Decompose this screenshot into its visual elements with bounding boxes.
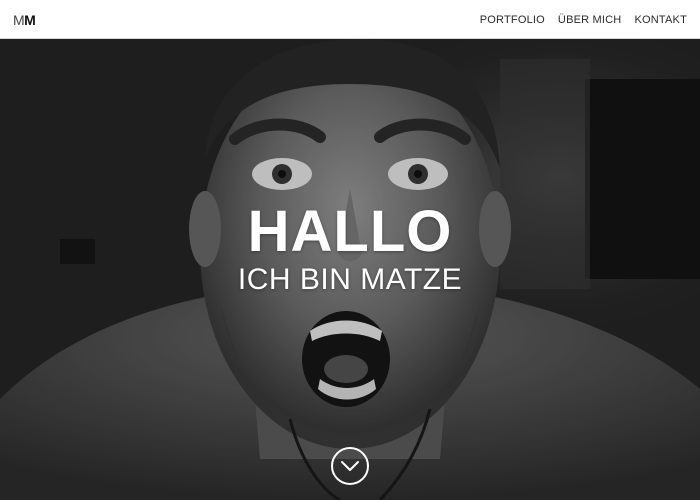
chevron-down-icon <box>341 461 359 471</box>
site-logo[interactable]: MM <box>13 12 36 28</box>
logo-letter-bold: M <box>24 12 36 28</box>
logo-letter-thin: M <box>13 12 25 28</box>
scroll-down-button[interactable] <box>331 447 369 485</box>
main-navigation: PORTFOLIO ÜBER MICH KONTAKT <box>480 13 687 27</box>
hero-section: HALLO ICH BIN MATZE <box>0 39 700 500</box>
hero-title: HALLO <box>247 199 453 264</box>
nav-link-ueber-mich[interactable]: ÜBER MICH <box>558 13 622 27</box>
top-navbar: MM PORTFOLIO ÜBER MICH KONTAKT <box>0 0 700 39</box>
nav-link-kontakt[interactable]: KONTAKT <box>634 13 687 27</box>
nav-link-portfolio[interactable]: PORTFOLIO <box>480 13 545 27</box>
hero-subtitle: ICH BIN MATZE <box>237 263 463 296</box>
